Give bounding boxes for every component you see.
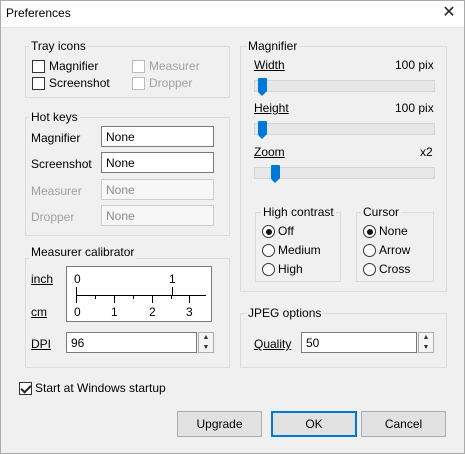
height-value: 100 pix xyxy=(395,101,434,115)
cm-tick-0 xyxy=(76,295,77,303)
dpi-label: DPI xyxy=(31,337,52,351)
cursor-none-label[interactable]: None xyxy=(379,224,408,238)
cursor-arrow-label[interactable]: Arrow xyxy=(379,243,410,257)
hotkey-magnifier-field[interactable]: None xyxy=(101,126,214,147)
hotkey-dropper-field: None xyxy=(101,205,214,226)
tray-magnifier-label[interactable]: Magnifier xyxy=(49,59,98,73)
hotkey-measurer-label: Measurer xyxy=(31,184,82,198)
quality-spinner[interactable]: ▲ ▼ xyxy=(418,332,434,353)
cm-tick-2 xyxy=(152,295,153,303)
cm-tick-label-2: 2 xyxy=(149,305,156,319)
measurer-calibrator-legend: Measurer calibrator xyxy=(29,245,137,259)
tray-screenshot-checkbox[interactable] xyxy=(32,77,45,90)
cm-tick-label-0: 0 xyxy=(74,305,81,319)
contrast-off-radio[interactable] xyxy=(262,225,275,238)
inch-tick-0 xyxy=(76,287,77,295)
tray-measurer-checkbox[interactable] xyxy=(132,60,145,73)
jpeg-options-legend: JPEG options xyxy=(246,306,324,320)
ok-button[interactable]: OK xyxy=(271,411,357,437)
cursor-cross-label[interactable]: Cross xyxy=(379,262,410,276)
dpi-input[interactable]: 96 xyxy=(66,332,197,353)
height-label: Height xyxy=(254,101,289,115)
quality-down-icon[interactable]: ▼ xyxy=(419,343,433,353)
tray-screenshot-label[interactable]: Screenshot xyxy=(49,76,110,90)
width-value: 100 pix xyxy=(395,58,434,72)
upgrade-button[interactable]: Upgrade xyxy=(177,411,262,437)
inch-label: inch xyxy=(31,272,54,286)
magnifier-legend: Magnifier xyxy=(246,39,300,53)
calibration-ruler: 0 1 0 1 2 3 xyxy=(66,266,212,322)
startup-label[interactable]: Start at Windows startup xyxy=(35,381,166,395)
hotkey-dropper-label: Dropper xyxy=(31,210,75,224)
tray-magnifier-checkbox[interactable] xyxy=(32,60,45,73)
quality-up-icon[interactable]: ▲ xyxy=(419,333,433,343)
inch-tick-label-0: 0 xyxy=(74,272,81,286)
cm-tick-label-3: 3 xyxy=(186,305,193,319)
width-slider-track[interactable] xyxy=(254,80,435,92)
dpi-spinner[interactable]: ▲ ▼ xyxy=(198,332,214,353)
contrast-high-radio[interactable] xyxy=(262,263,275,276)
cm-tick-1 xyxy=(114,295,115,303)
zoom-value: x2 xyxy=(420,145,433,159)
height-slider-track[interactable] xyxy=(254,123,435,135)
inch-tick-1 xyxy=(172,287,173,295)
width-slider-thumb[interactable] xyxy=(258,78,267,96)
height-slider-thumb[interactable] xyxy=(258,121,267,139)
cm-tick-half-2 xyxy=(171,295,172,299)
hot-keys-legend: Hot keys xyxy=(29,110,80,124)
hotkey-magnifier-label: Magnifier xyxy=(31,131,81,145)
high-contrast-legend: High contrast xyxy=(261,205,336,219)
contrast-medium-label[interactable]: Medium xyxy=(278,243,321,257)
cm-tick-half-0 xyxy=(95,295,96,299)
cancel-button[interactable]: Cancel xyxy=(361,411,446,437)
quality-input[interactable]: 50 xyxy=(301,332,417,353)
startup-checkbox[interactable] xyxy=(19,382,32,395)
hotkey-measurer-field: None xyxy=(101,179,214,200)
zoom-slider-track[interactable] xyxy=(254,167,435,179)
cursor-none-radio[interactable] xyxy=(363,225,376,238)
hotkey-screenshot-field[interactable]: None xyxy=(101,152,214,173)
inch-tick-label-1: 1 xyxy=(169,272,176,286)
quality-label: Quality xyxy=(254,337,292,351)
hotkey-screenshot-label: Screenshot xyxy=(31,157,92,171)
tray-measurer-label: Measurer xyxy=(149,59,200,73)
cursor-legend: Cursor xyxy=(361,205,402,219)
tray-dropper-label: Dropper xyxy=(149,76,193,90)
close-icon[interactable]: ✕ xyxy=(436,2,462,24)
cm-label: cm xyxy=(31,305,47,319)
cursor-cross-radio[interactable] xyxy=(363,263,376,276)
window-title: Preferences xyxy=(6,6,71,20)
dpi-up-icon[interactable]: ▲ xyxy=(199,333,213,343)
dpi-down-icon[interactable]: ▼ xyxy=(199,343,213,353)
zoom-label: Zoom xyxy=(254,145,285,159)
contrast-off-label[interactable]: Off xyxy=(278,224,294,238)
cm-tick-half-1 xyxy=(133,295,134,299)
cm-tick-3 xyxy=(189,295,190,303)
cursor-arrow-radio[interactable] xyxy=(363,244,376,257)
zoom-slider-thumb[interactable] xyxy=(271,165,280,183)
contrast-high-label[interactable]: High xyxy=(278,262,303,276)
contrast-medium-radio[interactable] xyxy=(262,244,275,257)
tray-dropper-checkbox[interactable] xyxy=(132,77,145,90)
width-label: Width xyxy=(254,58,285,72)
tray-icons-legend: Tray icons xyxy=(29,39,88,53)
cm-tick-label-1: 1 xyxy=(111,305,118,319)
